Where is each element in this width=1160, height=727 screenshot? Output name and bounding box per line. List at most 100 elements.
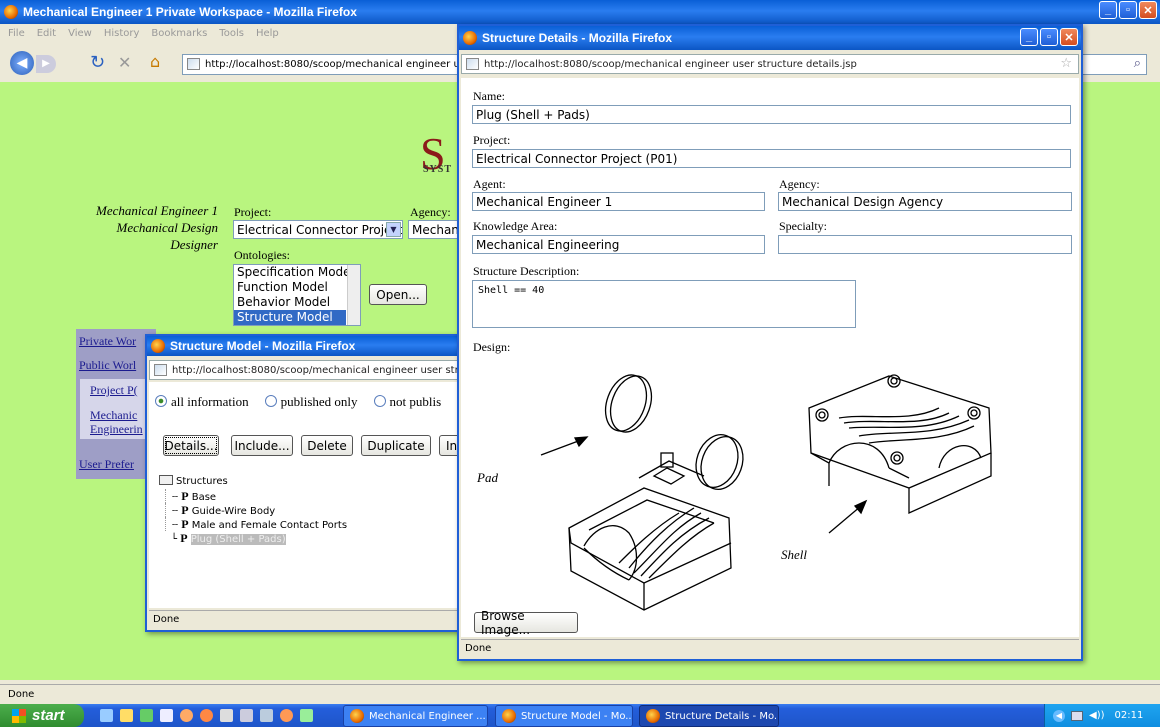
close-button[interactable]: ✕ xyxy=(1139,1,1157,19)
firefox-icon xyxy=(151,339,165,353)
name-label: Name: xyxy=(473,89,505,103)
tree-item-selected[interactable]: └ P Plug (Shell + Pads) xyxy=(165,531,347,545)
structure-model-url: http://localhost:8080/scoop/mechanical e… xyxy=(172,364,463,376)
ontology-item[interactable]: Behavior Model xyxy=(234,295,360,310)
radio-published-only[interactable]: published only xyxy=(264,394,358,410)
nav-mechanical[interactable]: Mechanic xyxy=(90,408,137,423)
structure-details-title-bar[interactable]: Structure Details - Mozilla Firefox _ ▫ … xyxy=(459,26,1081,50)
search-icon[interactable]: ⌕ xyxy=(1134,56,1141,71)
tree-marker: P xyxy=(181,517,189,531)
bookmark-star-icon[interactable]: ☆ xyxy=(1060,56,1072,71)
reload-icon[interactable]: ↻ xyxy=(90,52,105,73)
tree-marker: P xyxy=(181,503,189,517)
quick-launch xyxy=(100,709,313,722)
quick-launch-icon[interactable] xyxy=(280,709,293,722)
tree-root[interactable]: Structures xyxy=(159,475,347,489)
radio-all-label: all information xyxy=(171,394,249,409)
quick-launch-icon[interactable] xyxy=(300,709,313,722)
menu-edit[interactable]: Edit xyxy=(37,28,56,39)
quick-launch-icon[interactable] xyxy=(140,709,153,722)
description-textarea[interactable]: Shell == 40 xyxy=(472,280,856,328)
network-icon[interactable] xyxy=(1071,710,1083,721)
task-structure-details[interactable]: Structure Details - Mo... xyxy=(639,705,779,727)
menu-help[interactable]: Help xyxy=(256,28,279,39)
pad-top-drawing xyxy=(604,374,653,433)
menu-view[interactable]: View xyxy=(68,28,92,39)
main-title-bar[interactable]: Mechanical Engineer 1 Private Workspace … xyxy=(0,0,1160,24)
project-select[interactable]: Electrical Connector Project ▼ xyxy=(233,220,403,239)
specialty-field[interactable] xyxy=(778,235,1072,254)
tray-arrow-icon[interactable]: ◀ xyxy=(1053,709,1065,722)
quick-launch-icon[interactable] xyxy=(180,709,193,722)
menu-bar: File Edit View History Bookmarks Tools H… xyxy=(8,28,279,39)
tree-item[interactable]: ┄ P Guide-Wire Body xyxy=(165,503,347,517)
quick-launch-icon[interactable] xyxy=(120,709,133,722)
ontology-item[interactable]: Specification Model xyxy=(234,265,360,280)
structure-model-url-field[interactable]: http://localhost:8080/scoop/mechanical e… xyxy=(149,360,463,380)
name-field[interactable]: Plug (Shell + Pads) xyxy=(472,105,1071,124)
user-info: Mechanical Engineer 1 Mechanical Design … xyxy=(60,202,218,253)
back-button[interactable]: ◀ xyxy=(10,51,34,75)
open-button[interactable]: Open... xyxy=(369,284,427,305)
task-label: Mechanical Engineer ... xyxy=(369,710,486,722)
agency-field[interactable]: Mechanical Design Agency xyxy=(778,192,1072,211)
start-button[interactable]: start xyxy=(0,704,84,727)
quick-launch-icon[interactable] xyxy=(200,709,213,722)
project-select-value: Electrical Connector Project xyxy=(237,223,403,237)
menu-tools[interactable]: Tools xyxy=(219,28,244,39)
home-icon[interactable]: ⌂ xyxy=(150,52,160,71)
maximize-button[interactable]: ▫ xyxy=(1119,1,1137,19)
details-button[interactable]: Details... xyxy=(163,435,219,456)
task-mechanical-engineer[interactable]: Mechanical Engineer ... xyxy=(343,705,488,727)
system-tray: ◀ ◀)) 02:11 xyxy=(1044,704,1160,727)
radio-not-published[interactable]: not publis xyxy=(373,394,441,410)
radio-all-information[interactable]: all information xyxy=(155,394,249,410)
nav-engineering[interactable]: Engineerin xyxy=(90,422,143,437)
quick-launch-icon[interactable] xyxy=(240,709,253,722)
quick-launch-icon[interactable] xyxy=(260,709,273,722)
agency-label: Agency: xyxy=(410,205,451,219)
forward-button[interactable]: ▶ xyxy=(36,55,56,73)
menu-history[interactable]: History xyxy=(104,28,140,39)
menu-file[interactable]: File xyxy=(8,28,25,39)
knowledge-area-field[interactable]: Mechanical Engineering xyxy=(472,235,765,254)
base-drawing xyxy=(568,434,744,611)
close-button[interactable]: ✕ xyxy=(1060,28,1078,46)
maximize-button[interactable]: ▫ xyxy=(1040,28,1058,46)
firefox-icon xyxy=(350,709,364,723)
agency-label: Agency: xyxy=(779,177,820,191)
structure-details-url-field[interactable]: http://localhost:8080/scoop/mechanical e… xyxy=(461,54,1079,74)
pad-arrow xyxy=(540,439,582,456)
agency-select[interactable]: Mechan xyxy=(408,220,458,239)
duplicate-button[interactable]: Duplicate xyxy=(361,435,431,456)
menu-bookmarks[interactable]: Bookmarks xyxy=(151,28,207,39)
stop-icon[interactable]: ✕ xyxy=(118,53,131,72)
nav-private-workspace[interactable]: Private Wor xyxy=(79,334,136,349)
include-button[interactable]: Include... xyxy=(231,435,293,456)
nav-public-workspace[interactable]: Public Worl xyxy=(79,358,136,373)
structure-model-title-bar[interactable]: Structure Model - Mozilla Firefox xyxy=(147,336,465,356)
tree-item[interactable]: ┄ P Base xyxy=(165,489,347,503)
task-structure-model[interactable]: Structure Model - Mo... xyxy=(495,705,633,727)
volume-icon[interactable]: ◀)) xyxy=(1089,710,1105,721)
ontologies-scrollbar[interactable] xyxy=(347,265,360,325)
quick-launch-icon[interactable] xyxy=(100,709,113,722)
agent-field[interactable]: Mechanical Engineer 1 xyxy=(472,192,765,211)
browse-image-button[interactable]: Browse Image... xyxy=(474,609,578,637)
quick-launch-icon[interactable] xyxy=(160,709,173,722)
ontology-item-selected[interactable]: Structure Model xyxy=(234,310,346,325)
tree-item[interactable]: ┄ P Male and Female Contact Ports xyxy=(165,517,347,531)
minimize-button[interactable]: _ xyxy=(1099,1,1117,19)
quick-launch-icon[interactable] xyxy=(220,709,233,722)
nav-project[interactable]: Project P( xyxy=(90,383,138,398)
nav-user-preferences[interactable]: User Prefer xyxy=(79,457,134,472)
minimize-button[interactable]: _ xyxy=(1020,28,1038,46)
ontology-item[interactable]: Function Model xyxy=(234,280,360,295)
ontologies-list[interactable]: Specification Model Function Model Behav… xyxy=(233,264,361,326)
project-field[interactable]: Electrical Connector Project (P01) xyxy=(472,149,1071,168)
structure-model-title: Structure Model - Mozilla Firefox xyxy=(170,339,356,353)
shell-caption: Shell xyxy=(781,547,807,562)
tree-item-label: Guide-Wire Body xyxy=(191,506,276,517)
firefox-icon xyxy=(4,5,18,19)
delete-button[interactable]: Delete xyxy=(301,435,353,456)
